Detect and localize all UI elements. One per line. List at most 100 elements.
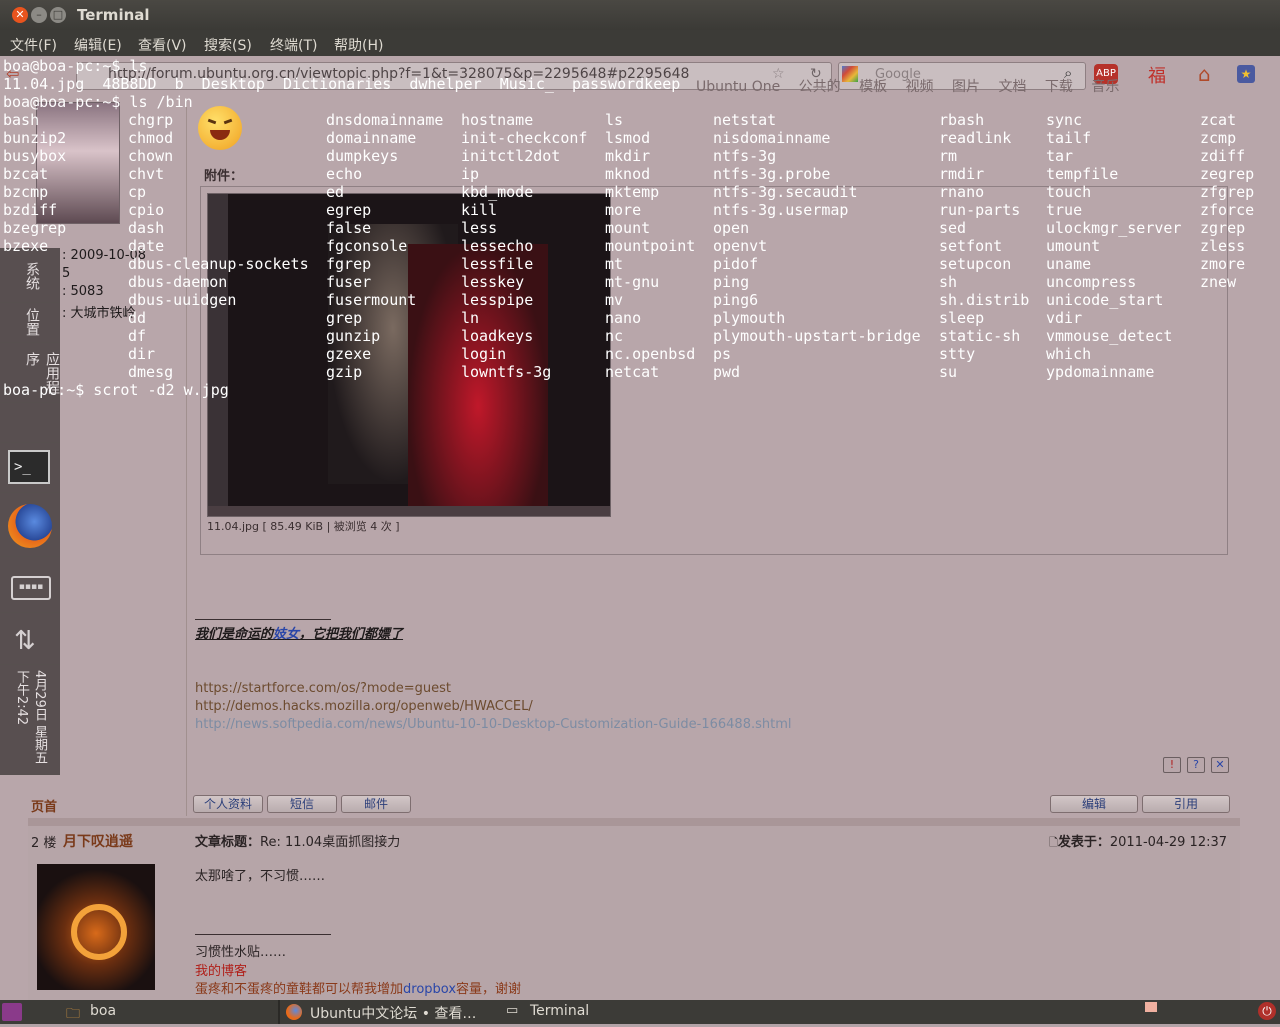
window-titlebar: ✕ – □ Terminal — [0, 0, 1280, 30]
menu-help[interactable]: 帮助(H) — [334, 35, 383, 55]
workspace-switcher[interactable] — [1145, 1002, 1157, 1012]
firefox-small-icon — [286, 1004, 302, 1020]
dropbox-link[interactable]: dropbox — [403, 982, 456, 997]
home-icon[interactable]: ⌂ — [1198, 62, 1211, 86]
terminal-small-icon: ▭ — [506, 1003, 519, 1018]
launcher-terminal[interactable]: >_ — [0, 442, 60, 493]
post-author[interactable]: 月下叹逍遥 — [63, 831, 133, 851]
taskbar-item-boa[interactable]: boa — [90, 1003, 116, 1019]
launcher-places[interactable]: 位置 — [0, 302, 60, 343]
signature-quote-link[interactable]: 妓女 — [273, 627, 299, 642]
signature-link-2[interactable]: http://demos.hacks.mozilla.org/openweb/H… — [195, 699, 533, 714]
show-desktop-icon[interactable] — [2, 1003, 22, 1021]
menu-search[interactable]: 搜索(S) — [204, 35, 252, 55]
post-floor: 2 楼 — [31, 836, 57, 851]
bookmark-videos[interactable]: 视频 — [906, 79, 934, 95]
post-icon: 🗋 — [1049, 836, 1058, 849]
power-icon[interactable]: ⏻ — [1258, 1002, 1276, 1020]
terminal-prompt-scrot: boa-pc:~$ scrot -d2 w.jpg — [3, 381, 229, 399]
launcher-clock[interactable]: 4月29日 星期五 下午2:42 — [0, 664, 60, 775]
folder-icon: 🗀 — [66, 1006, 80, 1022]
bookmark-music[interactable]: 音乐 — [1091, 79, 1119, 95]
signature-quote-a: 我们是命运的 — [195, 627, 274, 642]
profile-location: : 大城市铁岭 — [62, 306, 136, 321]
signature-link-1[interactable]: https://startforce.com/os/?mode=guest — [195, 681, 451, 696]
post-2-avatar — [37, 864, 155, 990]
post-body: 太那啥了，不习惯…… — [195, 869, 326, 884]
terminal-col-6: netstat nisdomainname ntfs-3g ntfs-3g.pr… — [713, 111, 921, 381]
bookmark-downloads[interactable]: 下载 — [1045, 79, 1073, 95]
post-subject-label: 文章标题： — [195, 835, 261, 850]
post-separator — [28, 818, 1240, 826]
image-caption: 11.04.jpg [ 85.49 KiB | 被浏览 4 次 ] — [207, 520, 400, 533]
launcher-blank — [0, 402, 60, 443]
taskbar-item-terminal[interactable]: Terminal — [530, 1003, 589, 1019]
quote-button[interactable]: 引用 — [1142, 795, 1230, 813]
signature-2-blog-link[interactable]: 我的博客 — [195, 960, 247, 979]
signature-2-line-3: 蛋疼和不蛋疼的童鞋都可以帮我增加dropbox容量，谢谢 — [195, 978, 521, 997]
post-date-label: 发表于： — [1057, 835, 1110, 850]
ubuntu-logo-icon — [71, 904, 127, 960]
profile-button[interactable]: 个人资料 — [193, 795, 263, 813]
terminal-col-8: sync tailf tar tempfile touch true ulock… — [1046, 111, 1182, 381]
email-button[interactable]: 邮件 — [341, 795, 411, 813]
window-title: Terminal — [77, 6, 150, 24]
signature-link-3[interactable]: http://news.softpedia.com/news/Ubuntu-10… — [195, 717, 791, 732]
signature-quote: 我们是命运的妓女，它把我们都嫖了 — [195, 623, 403, 642]
edit-button[interactable]: 编辑 — [1050, 795, 1138, 813]
minimize-button[interactable]: – — [31, 7, 47, 23]
image-taskbar-strip — [208, 506, 610, 516]
top-link[interactable]: 页首 — [31, 796, 57, 815]
maximize-button[interactable]: □ — [50, 7, 66, 23]
post-subject: 文章标题：Re: 11.04桌面抓图接力 — [195, 831, 400, 850]
info-icon[interactable]: ? — [1187, 757, 1205, 773]
signature-2-line-1: 习惯性水贴…… — [195, 945, 287, 960]
taskbar-item-firefox[interactable]: Ubuntu中文论坛 • 查看… — [310, 1003, 476, 1023]
menu-file[interactable]: 文件(F) — [10, 35, 57, 55]
launcher-keyboard[interactable]: ▪▪▪▪ — [0, 562, 60, 613]
bookmark-pictures[interactable]: 图片 — [952, 79, 980, 95]
network-arrows-icon: ⇅ — [14, 626, 36, 656]
launcher-system[interactable]: 系统 — [0, 256, 60, 303]
report-icon[interactable]: ! — [1163, 757, 1181, 773]
bookmark-ubuntu-one[interactable]: Ubuntu One — [696, 79, 780, 95]
delete-icon[interactable]: ✕ — [1211, 757, 1229, 773]
bookmark-templates[interactable]: 模板 — [859, 79, 887, 95]
terminal-line-2: 11.04.jpg 48B8DD b Desktop Dictionaries … — [3, 75, 681, 93]
close-button[interactable]: ✕ — [12, 7, 28, 23]
signature-2-text-b: 容量，谢谢 — [456, 982, 522, 997]
terminal-col-7: rbash readlink rm rmdir rnano run-parts … — [939, 111, 1030, 381]
signature-2-text-a: 蛋疼和不蛋疼的童鞋都可以帮我增加 — [195, 982, 404, 997]
terminal-icon: >_ — [8, 450, 50, 484]
post-date: 🗋发表于：2011-04-29 12:37 — [1049, 831, 1227, 853]
post-date-value: 2011-04-29 12:37 — [1109, 835, 1228, 850]
post-subject-text: Re: 11.04桌面抓图接力 — [260, 835, 401, 850]
terminal-col-2: chgrp chmod chown chvt cp cpio dash date… — [128, 111, 309, 381]
menu-bar: 文件(F) 编辑(E) 查看(V) 搜索(S) 终端(T) 帮助(H) — [0, 30, 1280, 56]
bookmark-manager-icon[interactable]: ★ — [1237, 65, 1255, 83]
terminal-col-1: bash bunzip2 busybox bzcat bzcmp bzdiff … — [3, 111, 67, 255]
menu-terminal[interactable]: 终端(T) — [270, 35, 317, 55]
profile-posts: 5 — [62, 266, 71, 281]
terminal-line-3: boa@boa-pc:~$ ls /bin — [3, 93, 193, 111]
taskbar: 🗀 boa Ubuntu中文论坛 • 查看… ▭ Terminal ⏻ — [0, 1000, 1280, 1024]
signature-divider — [195, 619, 331, 620]
signature-quote-b: ，它把我们都嫖了 — [299, 627, 404, 642]
menu-view[interactable]: 查看(V) — [138, 35, 187, 55]
terminal-col-9: zcat zcmp zdiff zegrep zfgrep zforce zgr… — [1200, 111, 1255, 291]
firefox-icon — [8, 504, 52, 548]
signature-divider-2 — [195, 934, 331, 935]
terminal-col-3: dnsdomainname domainname dumpkeys echo e… — [326, 111, 444, 381]
terminal-col-4: hostname init-checkconf initctl2dot ip k… — [461, 111, 588, 381]
menu-edit[interactable]: 编辑(E) — [74, 35, 122, 55]
pm-button[interactable]: 短信 — [267, 795, 337, 813]
launcher-network[interactable]: ⇅ — [0, 618, 60, 665]
bookmark-documents[interactable]: 文档 — [998, 79, 1026, 95]
addon-icon[interactable]: 福 — [1148, 62, 1166, 88]
terminal-col-5: ls lsmod mkdir mknod mktemp more mount m… — [605, 111, 696, 381]
terminal-line-1: boa@boa-pc:~$ ls — [3, 57, 148, 75]
launcher-firefox[interactable] — [0, 498, 60, 557]
bookmark-public[interactable]: 公共的 — [799, 79, 841, 95]
bookmarks-bar: Ubuntu One 公共的 模板 视频 图片 文档 下载 音乐 — [696, 76, 1119, 96]
keyboard-icon: ▪▪▪▪ — [11, 576, 51, 600]
